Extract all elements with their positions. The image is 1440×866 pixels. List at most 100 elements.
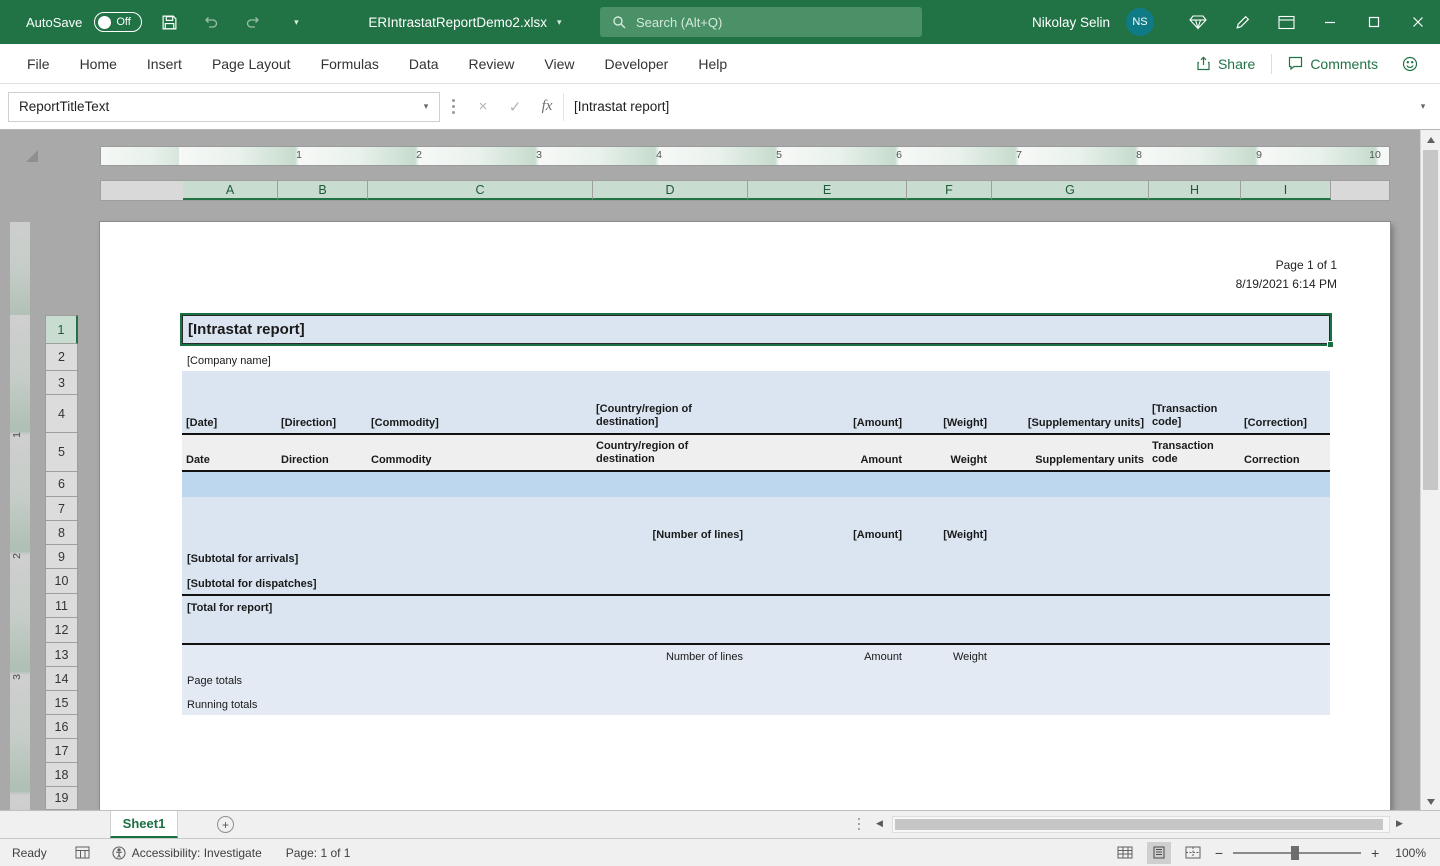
row-header-1[interactable]: 1 <box>45 315 78 344</box>
row-header-5[interactable]: 5 <box>45 433 78 472</box>
tab-grip-icon[interactable] <box>858 818 860 830</box>
zoom-out-button[interactable]: − <box>1215 845 1223 861</box>
insert-function-button[interactable]: fx <box>531 92 563 122</box>
cell-subtotal-dispatches[interactable]: [Subtotal for dispatches] <box>182 578 1330 594</box>
tab-page-layout[interactable]: Page Layout <box>197 44 306 83</box>
column-header-c[interactable]: C <box>368 181 593 200</box>
column-header-i[interactable]: I <box>1241 181 1331 200</box>
horizontal-scrollbar-thumb[interactable] <box>895 819 1383 830</box>
cell-label-date[interactable]: Date <box>182 454 277 470</box>
cell-field-correction[interactable]: [Correction] <box>1240 417 1330 433</box>
row-header-6[interactable]: 6 <box>45 472 78 497</box>
cell-field-weight[interactable]: [Weight] <box>906 417 991 433</box>
row-header-4[interactable]: 4 <box>45 395 78 433</box>
cell-field-amount[interactable]: [Amount] <box>747 417 906 433</box>
column-header-e[interactable]: E <box>748 181 907 200</box>
close-button[interactable] <box>1396 0 1440 44</box>
scroll-down-button[interactable] <box>1421 792 1440 810</box>
row-header-14[interactable]: 14 <box>45 667 78 691</box>
feedback-button[interactable] <box>1390 51 1430 77</box>
tab-formulas[interactable]: Formulas <box>306 44 394 83</box>
row-header-3[interactable]: 3 <box>45 371 78 395</box>
accessibility-status[interactable]: Accessibility: Investigate <box>112 846 262 860</box>
row-header-13[interactable]: 13 <box>45 643 78 667</box>
cell-label-number-of-lines[interactable]: Number of lines <box>592 651 747 667</box>
pen-button[interactable] <box>1220 0 1264 44</box>
macro-record-button[interactable] <box>75 846 90 859</box>
column-header-h[interactable]: H <box>1149 181 1241 200</box>
cell-label-amount[interactable]: Amount <box>747 454 906 470</box>
scroll-left-button[interactable]: ◀ <box>876 818 883 829</box>
cell-totals-weight[interactable]: [Weight] <box>906 529 991 545</box>
search-box[interactable]: Search (Alt+Q) <box>600 7 922 37</box>
horizontal-scrollbar[interactable] <box>892 816 1390 833</box>
view-normal-button[interactable] <box>1113 842 1137 864</box>
cell-label-transaction[interactable]: Transaction code <box>1148 440 1240 470</box>
add-sheet-button[interactable]: + <box>217 816 234 833</box>
customize-qat-button[interactable]: ▾ <box>280 7 310 37</box>
row-header-16[interactable]: 16 <box>45 715 78 739</box>
column-header-f[interactable]: F <box>907 181 992 200</box>
save-button[interactable] <box>154 7 184 37</box>
name-box-caret-icon[interactable]: ▾ <box>413 101 439 112</box>
name-box-input[interactable] <box>9 99 413 114</box>
row-header-9[interactable]: 9 <box>45 545 78 569</box>
tab-insert[interactable]: Insert <box>132 44 197 83</box>
column-header-b[interactable]: B <box>278 181 368 200</box>
minimize-button[interactable] <box>1308 0 1352 44</box>
cell-field-commodity[interactable]: [Commodity] <box>367 417 592 433</box>
cell-label-direction[interactable]: Direction <box>277 454 367 470</box>
cell-total-report[interactable]: [Total for report] <box>182 602 1330 618</box>
cell-running-totals[interactable]: Running totals <box>182 699 1330 715</box>
row-header-10[interactable]: 10 <box>45 569 78 594</box>
cell-label-weight[interactable]: Weight <box>906 454 991 470</box>
cell-label-totals-weight[interactable]: Weight <box>906 651 991 667</box>
tab-view[interactable]: View <box>529 44 589 83</box>
sheet-tab-sheet1[interactable]: Sheet1 <box>110 811 178 838</box>
cancel-button[interactable]: × <box>467 92 499 122</box>
cell-page-totals[interactable]: Page totals <box>182 675 1330 691</box>
column-header-d[interactable]: D <box>593 181 748 200</box>
gem-button[interactable] <box>1176 0 1220 44</box>
view-page-break-button[interactable] <box>1181 842 1205 864</box>
tab-review[interactable]: Review <box>454 44 530 83</box>
formula-input[interactable] <box>564 99 1406 114</box>
tab-help[interactable]: Help <box>683 44 742 83</box>
column-header-a[interactable]: A <box>183 181 278 200</box>
row-header-19[interactable]: 19 <box>45 787 78 810</box>
cell-field-supplementary[interactable]: [Supplementary units] <box>991 417 1148 433</box>
formula-bar-expand-button[interactable]: ▾ <box>1406 101 1440 112</box>
cell-totals-number-of-lines[interactable]: [Number of lines] <box>592 529 747 545</box>
cell-field-country[interactable]: [Country/region of destination] <box>592 403 747 433</box>
tab-data[interactable]: Data <box>394 44 454 83</box>
name-box[interactable]: ▾ <box>8 92 440 122</box>
comments-button[interactable]: Comments <box>1276 51 1390 77</box>
tab-developer[interactable]: Developer <box>590 44 684 83</box>
row-header-11[interactable]: 11 <box>45 594 78 618</box>
view-page-layout-button[interactable] <box>1147 842 1171 864</box>
cell-label-commodity[interactable]: Commodity <box>367 454 592 470</box>
vertical-scrollbar[interactable] <box>1420 130 1440 810</box>
cell-totals-amount[interactable]: [Amount] <box>747 529 906 545</box>
zoom-slider[interactable] <box>1233 852 1361 854</box>
cell-field-date[interactable]: [Date] <box>182 417 277 433</box>
scroll-right-button[interactable]: ▶ <box>1396 818 1403 829</box>
tab-file[interactable]: File <box>12 44 65 83</box>
cell-label-country[interactable]: Country/region of destination <box>592 440 747 470</box>
row-header-7[interactable]: 7 <box>45 497 78 521</box>
avatar[interactable]: NS <box>1126 8 1154 36</box>
cell-field-direction[interactable]: [Direction] <box>277 417 367 433</box>
column-header-g[interactable]: G <box>992 181 1149 200</box>
zoom-in-button[interactable]: + <box>1371 845 1379 861</box>
row-header-18[interactable]: 18 <box>45 763 78 787</box>
cell-label-totals-amount[interactable]: Amount <box>747 651 906 667</box>
enter-button[interactable]: ✓ <box>499 92 531 122</box>
row-header-17[interactable]: 17 <box>45 739 78 763</box>
vertical-scrollbar-thumb[interactable] <box>1423 150 1438 490</box>
share-button[interactable]: Share <box>1184 51 1267 77</box>
cell-company-name[interactable]: [Company name] <box>182 355 1330 371</box>
autosave-toggle[interactable]: Off <box>94 12 142 32</box>
formula-bar-grip-icon[interactable] <box>452 99 455 114</box>
cell-label-correction[interactable]: Correction <box>1240 454 1330 470</box>
tab-home[interactable]: Home <box>65 44 132 83</box>
